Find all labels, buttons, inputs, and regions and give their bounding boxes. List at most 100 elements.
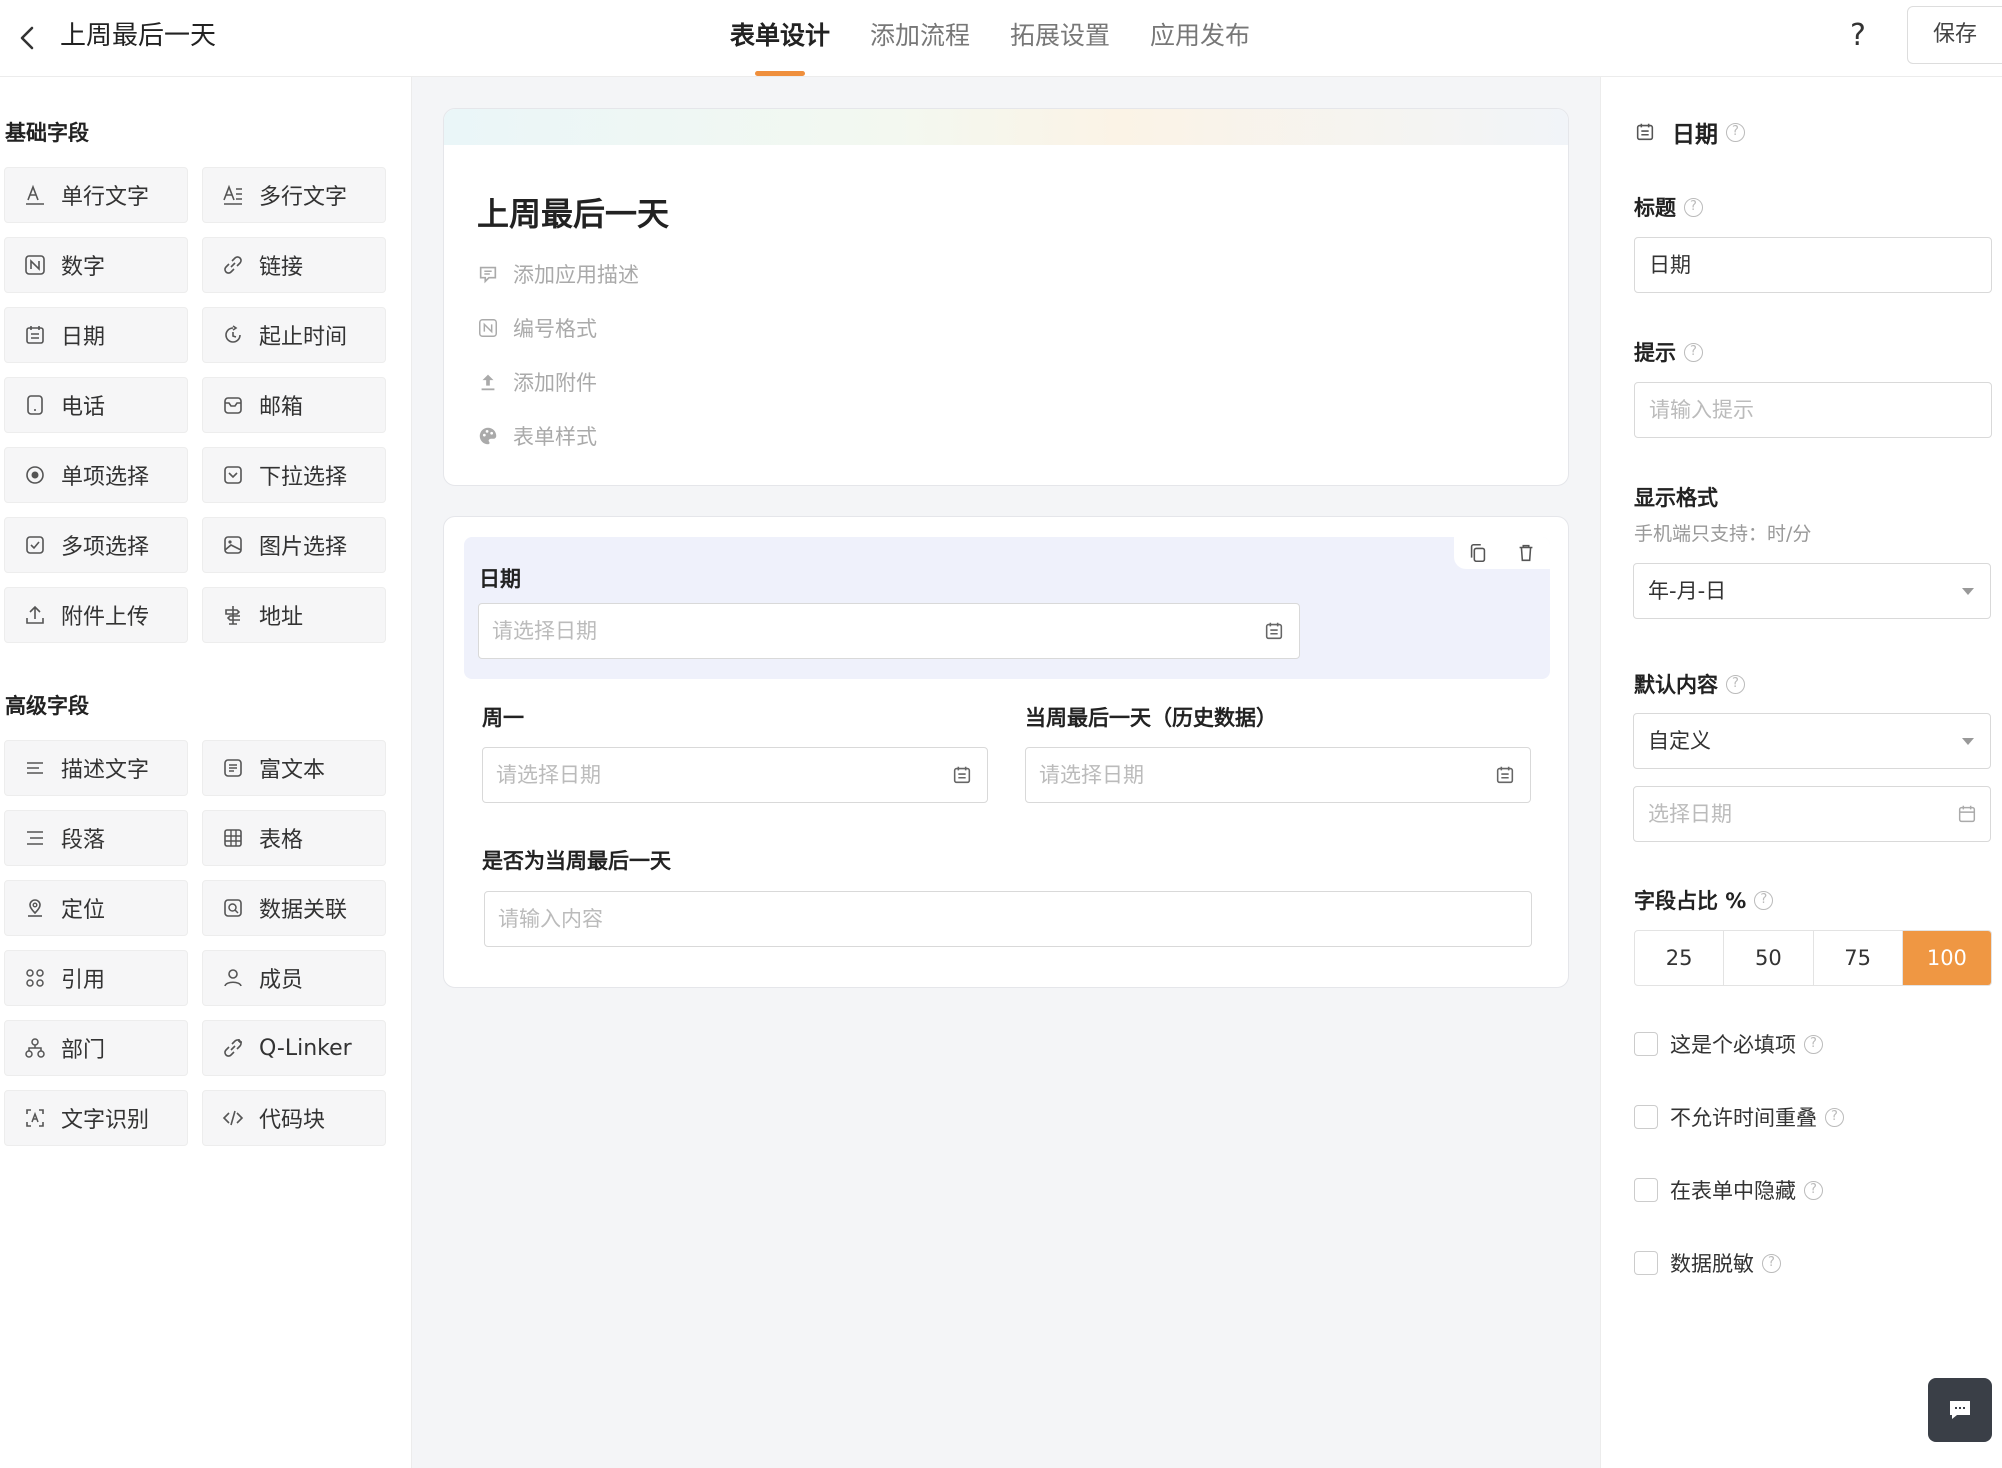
no-overlap-checkbox[interactable]: 不允许时间重叠? <box>1634 1102 1844 1132</box>
header-band <box>444 109 1568 145</box>
field-department[interactable]: 部门 <box>4 1020 188 1076</box>
field-data-relation[interactable]: 数据关联 <box>202 880 386 936</box>
number-icon <box>23 253 47 277</box>
field-time-range[interactable]: 起止时间 <box>202 307 386 363</box>
help-icon[interactable]: ? <box>1762 1253 1781 1273</box>
week-last-date-input[interactable]: 请选择日期 <box>1025 747 1531 803</box>
hide-in-form-checkbox[interactable]: 在表单中隐藏? <box>1634 1175 1823 1205</box>
field-email[interactable]: 邮箱 <box>202 377 386 433</box>
code-icon <box>221 1106 245 1130</box>
field-ocr[interactable]: 文字识别 <box>4 1090 188 1146</box>
field-single-text[interactable]: 单行文字 <box>4 167 188 223</box>
calendar-icon <box>1956 803 1978 825</box>
field-dropdown[interactable]: 下拉选择 <box>202 447 386 503</box>
data-mask-checkbox[interactable]: 数据脱敏? <box>1634 1248 1781 1278</box>
add-attachment-link[interactable]: 添加附件 <box>477 367 597 397</box>
field-radio[interactable]: 单项选择 <box>4 447 188 503</box>
field-member[interactable]: 成员 <box>202 950 386 1006</box>
field-table[interactable]: 表格 <box>202 810 386 866</box>
field-image-select[interactable]: 图片选择 <box>202 517 386 573</box>
tab-form-design[interactable]: 表单设计 <box>730 16 830 76</box>
field-address[interactable]: 地址 <box>202 587 386 643</box>
field-reference[interactable]: 引用 <box>4 950 188 1006</box>
field-label-date: 日期 <box>479 567 521 591</box>
app-title: 上周最后一天 <box>60 21 217 51</box>
calendar-icon <box>1494 764 1516 786</box>
field-paragraph[interactable]: 段落 <box>4 810 188 866</box>
form-title[interactable]: 上周最后一天 <box>477 189 669 235</box>
width-option-100[interactable]: 100 <box>1902 931 1991 985</box>
props-header: 日期 ? <box>1634 115 1745 149</box>
field-code-block[interactable]: 代码块 <box>202 1090 386 1146</box>
required-checkbox[interactable]: 这是个必填项? <box>1634 1029 1823 1059</box>
format-label: 显示格式 <box>1634 486 1718 510</box>
field-number[interactable]: 数字 <box>4 237 188 293</box>
checkbox[interactable] <box>1634 1178 1658 1202</box>
format-note: 手机端只支持：时/分 <box>1634 523 1812 545</box>
default-select[interactable]: 自定义 <box>1633 713 1991 769</box>
advanced-fields-grid: 描述文字 富文本 段落 表格 定位 数据关联 引用 成员 部门 Q-Linker… <box>4 740 388 1146</box>
save-button[interactable]: 保存 <box>1907 6 2002 64</box>
field-location[interactable]: 定位 <box>4 880 188 936</box>
field-phone[interactable]: 电话 <box>4 377 188 433</box>
help-icon[interactable]: ? <box>1804 1034 1823 1054</box>
field-actions <box>1454 537 1550 569</box>
checkbox[interactable] <box>1634 1105 1658 1129</box>
field-rich-text[interactable]: 富文本 <box>202 740 386 796</box>
text-icon <box>23 183 47 207</box>
back-icon[interactable] <box>10 20 46 56</box>
number-icon <box>477 317 499 339</box>
field-description[interactable]: 描述文字 <box>4 740 188 796</box>
copy-icon[interactable] <box>1467 542 1489 564</box>
help-icon[interactable]: ? <box>1804 1180 1823 1200</box>
chevron-down-icon <box>1962 738 1974 745</box>
dropdown-icon <box>221 463 245 487</box>
calendar-icon <box>1634 121 1656 143</box>
form-style-link[interactable]: 表单样式 <box>477 421 597 451</box>
help-icon[interactable]: ? <box>1684 342 1703 362</box>
help-button[interactable]: ? <box>1850 14 1866 58</box>
add-description-link[interactable]: 添加应用描述 <box>477 259 639 289</box>
field-attachment[interactable]: 附件上传 <box>4 587 188 643</box>
checkbox[interactable] <box>1634 1251 1658 1275</box>
help-icon[interactable]: ? <box>1754 890 1774 910</box>
table-icon <box>221 826 245 850</box>
checkbox[interactable] <box>1634 1032 1658 1056</box>
field-checkbox[interactable]: 多项选择 <box>4 517 188 573</box>
department-icon <box>23 1036 47 1060</box>
form-fields-card: 日期 请选择日期 周一 请选择日期 当周最后一天（历史数据） 请选择日期 是否为… <box>443 516 1569 988</box>
width-option-50[interactable]: 50 <box>1724 931 1814 985</box>
chat-icon <box>1948 1399 1972 1421</box>
image-icon <box>221 533 245 557</box>
link-icon <box>221 253 245 277</box>
tab-app-publish[interactable]: 应用发布 <box>1150 16 1250 56</box>
chevron-down-icon <box>1962 588 1974 595</box>
help-icon[interactable]: ? <box>1825 1107 1844 1127</box>
form-header-card: 上周最后一天 添加应用描述 编号格式 添加附件 表单样式 <box>443 108 1569 486</box>
delete-icon[interactable] <box>1515 542 1537 564</box>
title-label: 标题? <box>1634 192 1703 222</box>
tab-add-flow[interactable]: 添加流程 <box>870 16 970 56</box>
help-icon[interactable]: ? <box>1684 197 1703 217</box>
help-icon[interactable]: ? <box>1726 122 1745 142</box>
date-input[interactable]: 请选择日期 <box>478 603 1300 659</box>
help-icon[interactable]: ? <box>1726 674 1745 694</box>
field-link[interactable]: 链接 <box>202 237 386 293</box>
width-option-75[interactable]: 75 <box>1814 931 1903 985</box>
width-option-25[interactable]: 25 <box>1635 931 1725 985</box>
hint-input[interactable]: 请输入提示 <box>1634 382 1992 438</box>
title-input[interactable]: 日期 <box>1634 237 1992 293</box>
format-select[interactable]: 年-月-日 <box>1633 563 1991 619</box>
number-format-link[interactable]: 编号格式 <box>477 313 597 343</box>
field-qlinker[interactable]: Q-Linker <box>202 1020 386 1076</box>
chat-button[interactable] <box>1928 1378 1992 1442</box>
is-last-input[interactable]: 请输入内容 <box>484 891 1532 947</box>
field-date[interactable]: 日期 <box>4 307 188 363</box>
field-multi-text[interactable]: 多行文字 <box>202 167 386 223</box>
selected-field-date[interactable]: 日期 请选择日期 <box>464 537 1550 679</box>
radio-icon <box>23 463 47 487</box>
default-date-input[interactable]: 选择日期 <box>1633 786 1991 842</box>
monday-date-input[interactable]: 请选择日期 <box>482 747 988 803</box>
tab-extend-settings[interactable]: 拓展设置 <box>1010 16 1110 56</box>
calendar-icon <box>23 323 47 347</box>
